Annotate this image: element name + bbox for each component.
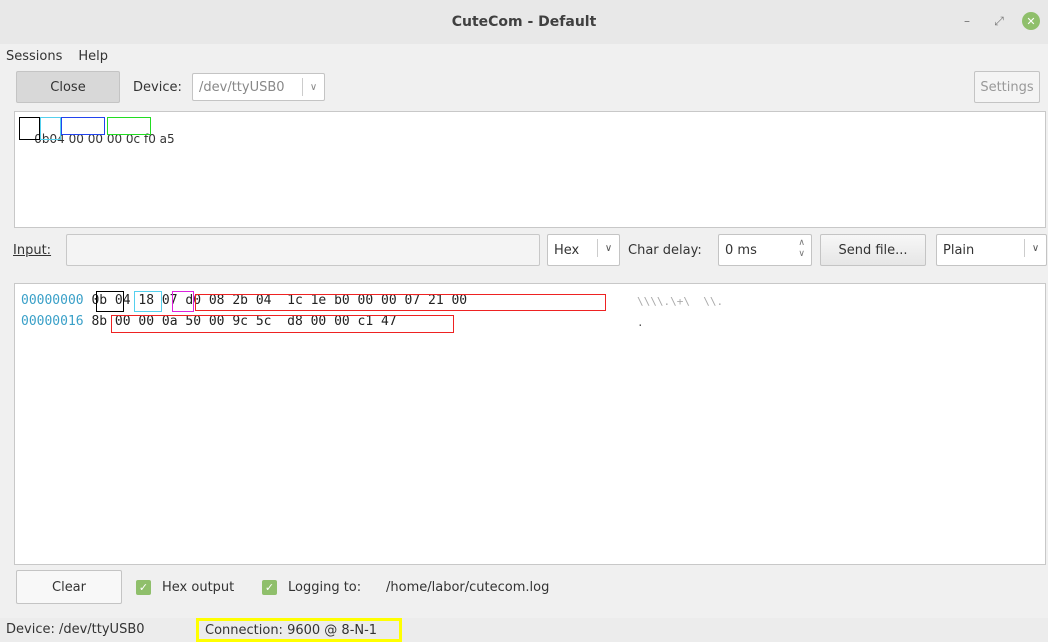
input-row: Input: Hex ∨ Char delay: 0 ms ∧ ∨ Send fi… [0,232,1048,268]
menu-sessions[interactable]: Sessions [6,49,62,64]
logging-path[interactable]: /home/labor/cutecom.log [386,580,549,595]
connection-text: Connection: 9600 @ 8-N-1 [205,622,378,638]
status-bar: Device: /dev/ttyUSB0 Connection: 9600 @ … [0,618,1048,642]
chevron-down-icon[interactable]: ∨ [597,239,619,257]
highlight-box-blue [61,117,105,135]
chevron-down-icon[interactable]: ∨ [302,78,324,96]
device-value: /dev/ttyUSB0 [199,79,285,95]
output-ascii: . [637,316,644,329]
device-label: Device: [133,80,182,95]
char-delay-label: Char delay: [628,243,702,258]
chevron-down-icon[interactable]: ∨ [1024,239,1046,257]
output-pane[interactable]: 00000000 0b 04 18 07 d0 08 2b 04 1c 1e b… [14,283,1046,565]
output-address: 00000000 [21,293,84,308]
input-field[interactable] [66,234,540,266]
window-title: CuteCom - Default [451,14,597,30]
hex-output-checkbox[interactable]: ✓ [136,580,151,595]
spin-arrows-icon[interactable]: ∧ ∨ [798,238,805,260]
highlight-box-red [111,315,454,333]
input-label: Input: [13,243,52,258]
clear-button[interactable]: Clear [16,570,122,604]
hex-output-label[interactable]: Hex output [162,580,234,595]
highlight-box-black [96,291,124,312]
send-file-button[interactable]: Send file... [820,234,926,266]
status-device: Device: /dev/ttyUSB0 [6,622,145,637]
format-combo[interactable]: Hex ∨ [547,234,620,266]
char-delay-spinner[interactable]: 0 ms ∧ ∨ [718,234,812,266]
minimize-icon[interactable]: – [958,12,976,30]
highlight-box-cyan [40,117,61,140]
logging-checkbox[interactable]: ✓ [262,580,277,595]
window-controls: – ⤢ ✕ [958,12,1040,30]
settings-button[interactable]: Settings [974,71,1040,103]
line-end-value: Plain [943,242,975,258]
close-window-icon[interactable]: ✕ [1022,12,1040,30]
menu-bar: Sessions Help [0,44,1048,68]
format-value: Hex [554,242,580,258]
highlight-box-green [107,117,151,135]
logging-label[interactable]: Logging to: [288,580,361,595]
title-bar: CuteCom - Default – ⤢ ✕ [0,0,1048,44]
highlight-box-cyan [134,291,162,312]
status-connection: Connection: 9600 @ 8-N-1 [196,618,402,642]
close-button[interactable]: Close [16,71,120,103]
highlight-box-red [195,294,606,311]
char-delay-value: 0 ms [725,242,757,258]
menu-help[interactable]: Help [78,49,108,64]
toolbar: Close Device: /dev/ttyUSB0 ∨ Settings [0,68,1048,106]
highlight-box-magenta [172,291,194,312]
bottom-row: Clear ✓ Hex output ✓ Logging to: /home/l… [0,568,1048,608]
output-address: 00000016 [21,314,84,329]
output-ascii: \\\\.\+\ \\. [637,295,724,308]
restore-icon[interactable]: ⤢ [990,12,1008,30]
sent-data-pane[interactable]: 0b04 00 00 00 0c f0 a5 [14,111,1046,228]
line-end-combo[interactable]: Plain ∨ [936,234,1047,266]
highlight-box-black [19,117,40,140]
device-combo[interactable]: /dev/ttyUSB0 ∨ [192,73,325,101]
